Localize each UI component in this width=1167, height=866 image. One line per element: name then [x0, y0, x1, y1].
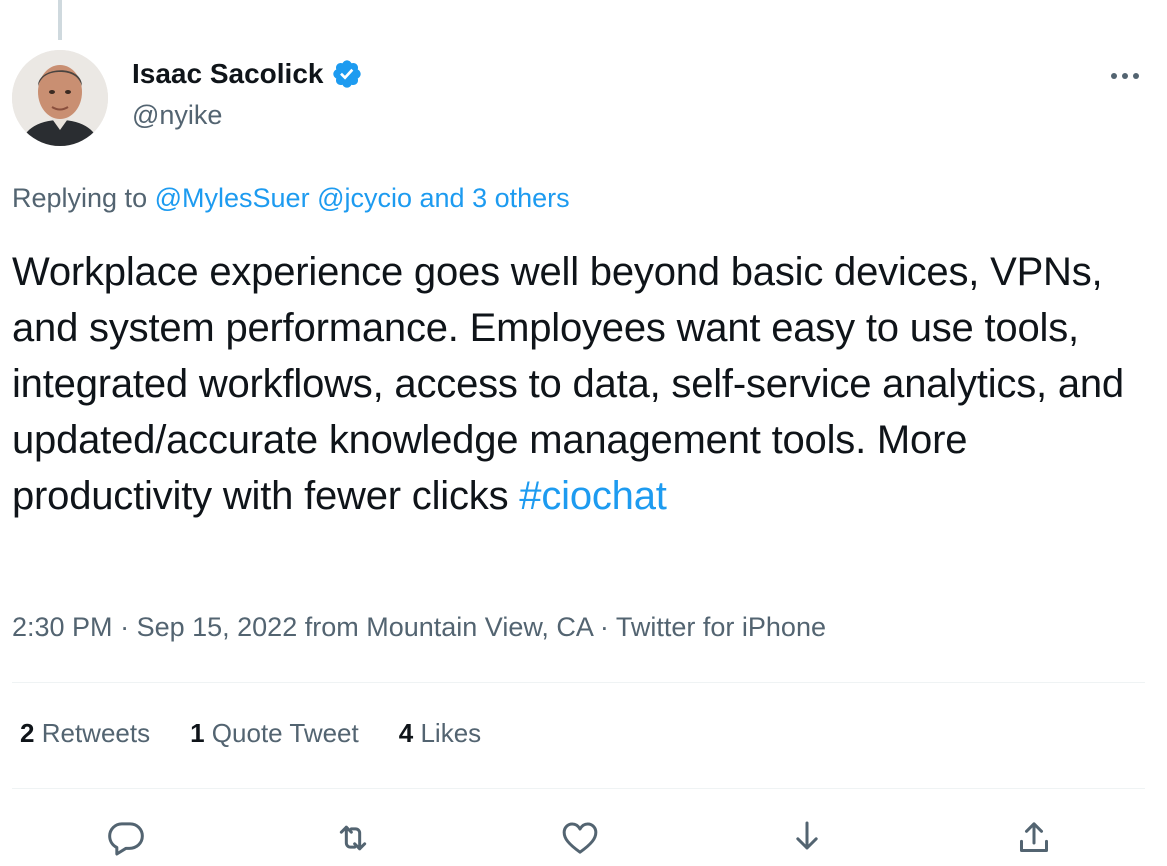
- reply-mention-mylessuer[interactable]: @MylesSuer: [155, 183, 310, 213]
- divider: [12, 788, 1145, 789]
- tweet-time[interactable]: 2:30 PM: [12, 612, 113, 642]
- tweet-stats: 2 Retweets 1 Quote Tweet 4 Likes: [20, 718, 481, 749]
- reply-others-link[interactable]: and 3 others: [420, 183, 570, 213]
- meta-separator: ·: [592, 612, 616, 642]
- retweet-button[interactable]: [329, 818, 377, 866]
- meta-separator: ·: [112, 612, 137, 642]
- tweet-metadata: 2:30 PM · Sep 15, 2022 from Mountain Vie…: [12, 612, 826, 643]
- more-horizontal-icon: [1111, 73, 1139, 79]
- retweet-icon: [339, 825, 367, 851]
- retweets-count: 2: [20, 718, 35, 748]
- reply-mention-jcycio[interactable]: @jcycio: [317, 183, 412, 213]
- replying-to: Replying to @MylesSuer @jcycio and 3 oth…: [12, 183, 570, 214]
- heart-icon: [562, 822, 598, 854]
- more-options-button[interactable]: [1105, 58, 1145, 94]
- author-name-row: Isaac Sacolick: [132, 58, 363, 90]
- bookmark-download-icon: [796, 821, 818, 850]
- verified-badge-icon: [333, 60, 362, 88]
- share-button[interactable]: [1010, 818, 1058, 866]
- likes-stat[interactable]: 4 Likes: [399, 718, 481, 749]
- reply-button[interactable]: [102, 818, 150, 866]
- retweets-stat[interactable]: 2 Retweets: [20, 718, 150, 749]
- hashtag-link[interactable]: #ciochat: [519, 474, 667, 518]
- likes-label: Likes: [420, 718, 482, 748]
- likes-count: 4: [398, 718, 414, 748]
- author-handle[interactable]: @nyike: [132, 100, 222, 131]
- reply-icon: [108, 822, 144, 856]
- share-icon: [1020, 822, 1048, 852]
- replying-to-prefix: Replying to: [12, 183, 148, 213]
- author-display-name[interactable]: Isaac Sacolick: [132, 58, 323, 90]
- tweet-date[interactable]: Sep 15, 2022: [137, 612, 298, 642]
- thread-connector-line: [58, 0, 62, 40]
- tweet-text: Workplace experience goes well beyond ba…: [12, 244, 1142, 524]
- avatar-photo: [12, 50, 108, 146]
- quote-tweets-count: 1: [190, 718, 205, 748]
- bookmark-button[interactable]: [783, 818, 831, 866]
- tweet-actions-bar: [12, 810, 1145, 865]
- avatar[interactable]: [12, 50, 108, 146]
- tweet-location: from Mountain View, CA: [297, 612, 593, 642]
- retweets-label: Retweets: [41, 718, 151, 748]
- quote-tweets-label: Quote Tweet: [211, 718, 359, 748]
- quote-tweets-stat[interactable]: 1 Quote Tweet: [190, 718, 359, 749]
- tweet-source[interactable]: Twitter for iPhone: [616, 612, 826, 642]
- like-button[interactable]: [556, 818, 604, 866]
- divider: [12, 682, 1145, 683]
